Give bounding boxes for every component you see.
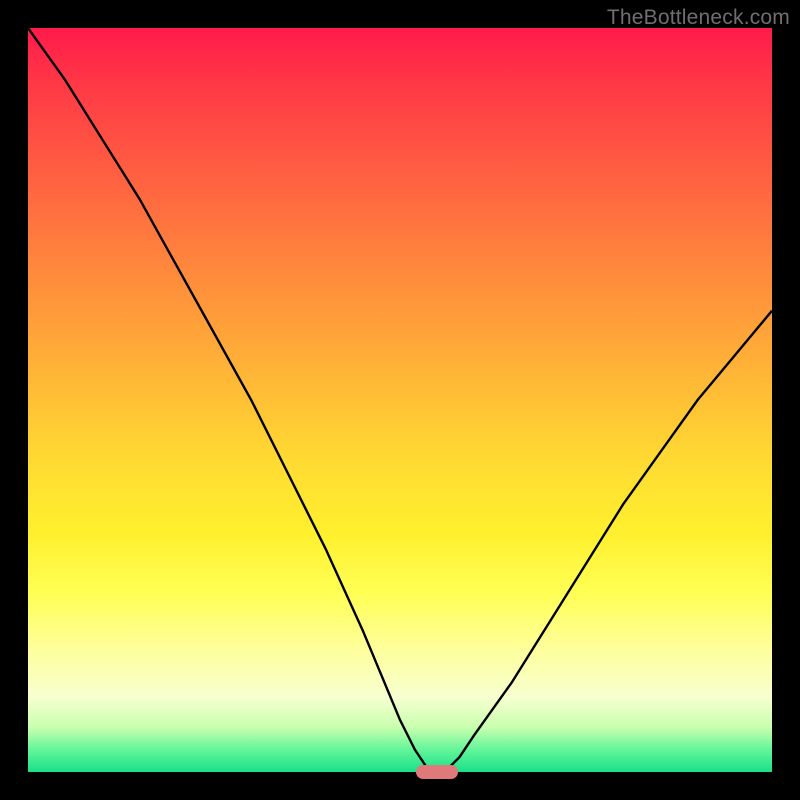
chart-plot-area bbox=[28, 28, 772, 772]
optimal-marker bbox=[416, 765, 458, 779]
bottleneck-curve bbox=[28, 28, 772, 772]
watermark-text: TheBottleneck.com bbox=[607, 6, 790, 30]
